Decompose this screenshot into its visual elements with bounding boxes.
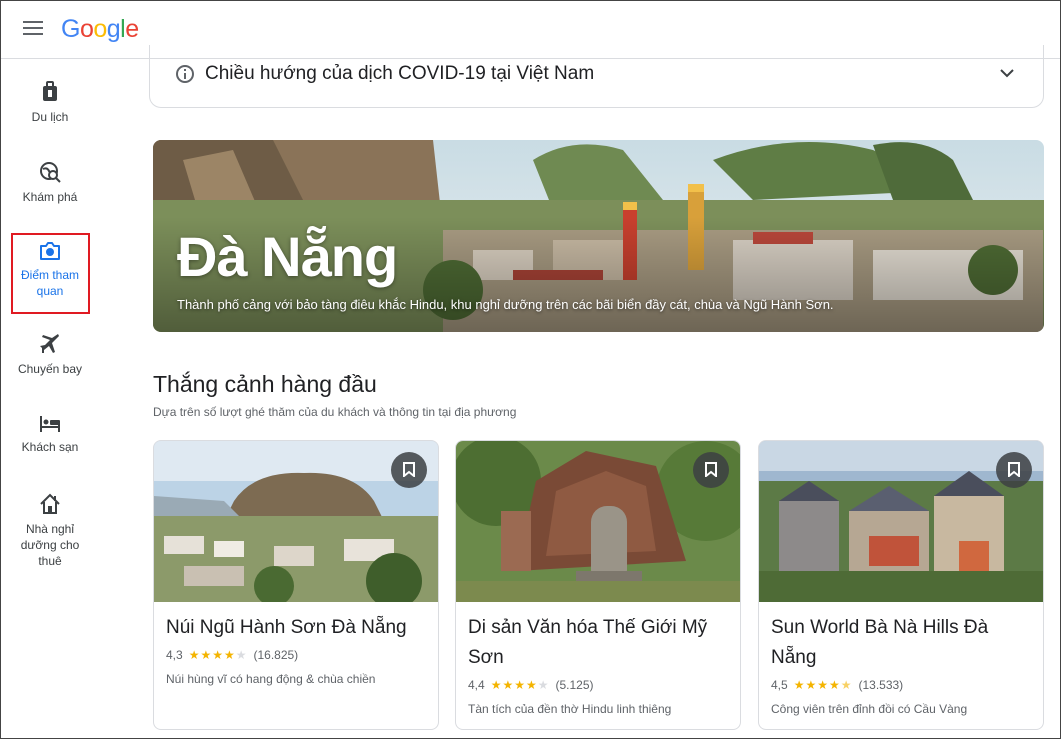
main-menu-icon[interactable] <box>23 21 43 39</box>
sidebar-item-label: Chuyến bay <box>17 362 83 376</box>
covid-advisory-text: Chiều hướng của dịch COVID-19 tại Việt N… <box>205 63 595 84</box>
rating-value: 4,4 <box>468 678 485 692</box>
sidebar-item-label: Khám phá <box>22 190 78 204</box>
logo-letter: G <box>61 15 80 43</box>
rating-value: 4,3 <box>166 648 183 662</box>
browser-viewport: Google Du lịch Khám phá Điểm tham quan C… <box>0 0 1061 739</box>
info-icon <box>176 65 194 83</box>
attraction-description: Núi hùng vĩ có hang động & chùa chiền <box>166 672 376 686</box>
destination-description: Thành phố cảng với bảo tàng điêu khắc Hi… <box>177 297 834 312</box>
attraction-rating: 4,3 ★★★★★ (16.825) <box>166 648 298 662</box>
attraction-rating: 4,5 ★★★★★ (13.533) <box>771 678 903 692</box>
attraction-card[interactable]: Sun World Bà Nà Hills Đà Nẵng 4,5 ★★★★★ … <box>758 440 1044 730</box>
attraction-description: Công viên trên đỉnh đồi có Cầu Vàng <box>771 702 968 716</box>
sidebar-item-label: Khách sạn <box>21 440 79 454</box>
logo-letter: o <box>93 15 107 43</box>
attraction-card[interactable]: Di sản Văn hóa Thế Giới Mỹ Sơn 4,4 ★★★★★… <box>455 440 741 730</box>
destination-title: Đà Nẵng <box>177 225 398 288</box>
attraction-title: Núi Ngũ Hành Sơn Đà Nẵng <box>166 617 407 638</box>
sidebar-item-label: Du lịch <box>31 110 69 124</box>
star-rating-icon: ★★★★★ <box>188 648 248 662</box>
sidebar-item-travel[interactable]: Du lịch <box>11 81 89 125</box>
star-rating-icon: ★★★★★ <box>490 678 550 692</box>
sidebar-item-explore[interactable]: Khám phá <box>11 161 89 205</box>
chevron-down-icon[interactable] <box>999 65 1015 81</box>
attraction-title: Di sản Văn hóa Thế Giới Mỹ Sơn <box>468 617 708 668</box>
section-subtitle: Dựa trên số lượt ghé thăm của du khách v… <box>153 405 517 419</box>
bookmark-icon <box>705 462 717 477</box>
luggage-icon <box>43 81 57 101</box>
star-rating-icon: ★★★★★ <box>793 678 853 692</box>
logo-letter: e <box>125 15 139 43</box>
save-button[interactable] <box>996 452 1032 488</box>
selection-highlight-box <box>11 233 90 314</box>
attraction-card[interactable]: Núi Ngũ Hành Sơn Đà Nẵng 4,3 ★★★★★ (16.8… <box>153 440 439 730</box>
review-count: (16.825) <box>253 648 299 662</box>
section-title: Thắng cảnh hàng đầu <box>153 371 377 397</box>
rating-value: 4,5 <box>771 678 788 692</box>
sidebar-item-label: Nhà nghỉ dưỡng cho thuê <box>20 522 80 568</box>
bookmark-icon <box>403 462 415 477</box>
google-logo[interactable]: Google <box>61 15 139 44</box>
review-count: (13.533) <box>858 678 904 692</box>
logo-letter: g <box>106 15 121 43</box>
covid-advisory-panel[interactable]: Chiều hướng của dịch COVID-19 tại Việt N… <box>149 45 1044 108</box>
bookmark-icon <box>1008 462 1020 477</box>
explore-search-icon <box>40 162 61 183</box>
bed-icon <box>40 416 60 432</box>
attraction-title: Sun World Bà Nà Hills Đà Nẵng <box>771 617 989 668</box>
save-button[interactable] <box>391 452 427 488</box>
attraction-description: Tàn tích của đền thờ Hindu linh thiêng <box>468 702 672 716</box>
house-icon <box>40 493 60 514</box>
sidebar-item-hotels[interactable]: Khách sạn <box>11 413 89 455</box>
destination-hero: Đà Nẵng Thành phố cảng với bảo tàng điêu… <box>153 140 1044 332</box>
logo-letter: o <box>79 15 94 43</box>
attraction-rating: 4,4 ★★★★★ (5.125) <box>468 678 594 692</box>
review-count: (5.125) <box>555 678 594 692</box>
sidebar-item-vacation-rentals[interactable]: Nhà nghỉ dưỡng cho thuê <box>11 493 89 569</box>
sidebar-nav: Du lịch Khám phá Điểm tham quan Chuyến b… <box>1 59 99 738</box>
sidebar-item-flights[interactable]: Chuyến bay <box>11 333 89 377</box>
save-button[interactable] <box>693 452 729 488</box>
airplane-icon <box>40 334 59 353</box>
